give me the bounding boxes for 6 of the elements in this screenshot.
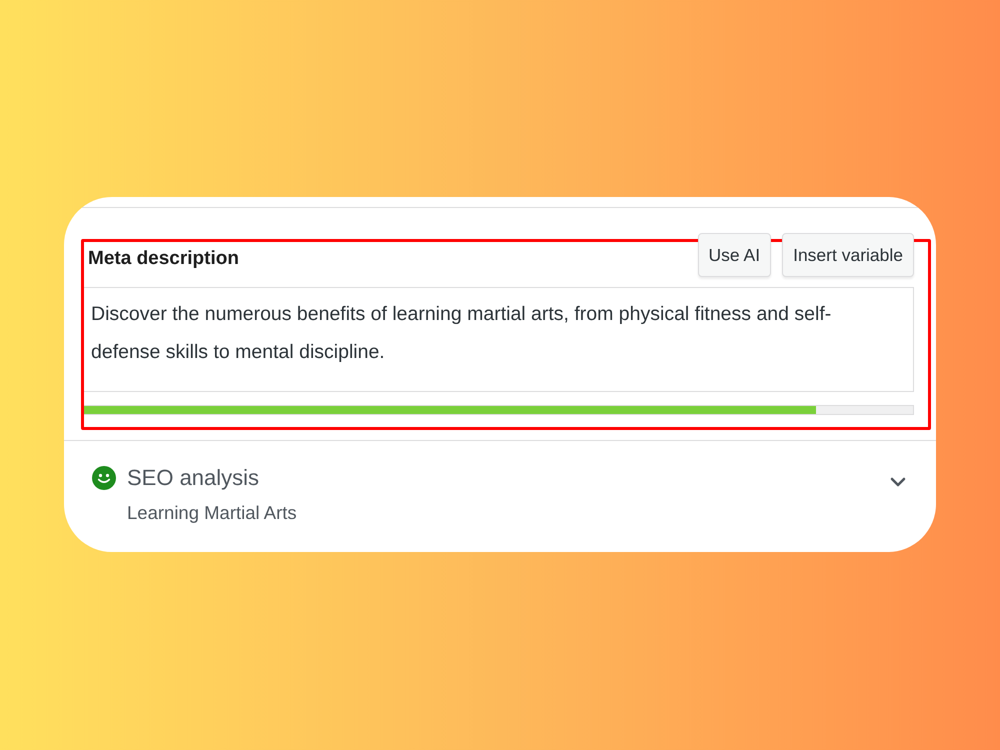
use-ai-button[interactable]: Use AI <box>698 233 772 277</box>
focus-keyphrase-text: Learning Martial Arts <box>127 502 297 524</box>
meta-description-label: Meta description <box>87 246 239 271</box>
seo-analysis-title: SEO analysis <box>127 464 260 492</box>
insert-variable-button[interactable]: Insert variable <box>782 233 914 277</box>
description-field[interactable]: Discover the numerous benefits of learning martial arts, from physical fitness and self-defense skills to mental discipline. <box>83 287 914 392</box>
